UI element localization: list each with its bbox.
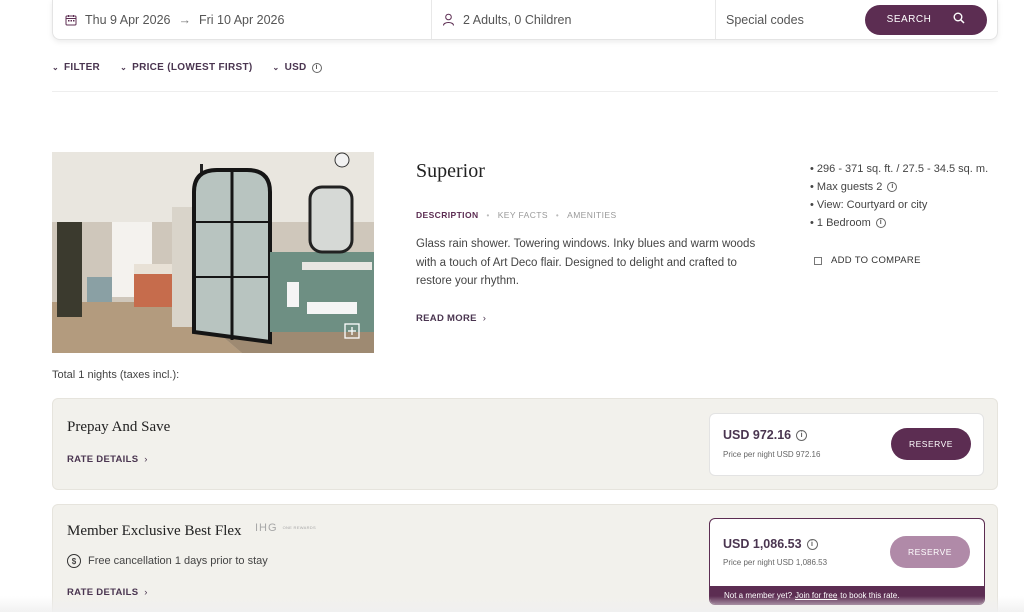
fact-item: • 296 - 371 sq. ft. / 27.5 - 34.5 sq. m. — [810, 160, 988, 178]
currency-label: USD — [284, 62, 307, 73]
fact-size: 296 - 371 sq. ft. / 27.5 - 34.5 sq. m. — [816, 163, 989, 175]
filter-row: ⌄ FILTER ⌄ PRICE (LOWEST FIRST) ⌄ USD i — [52, 60, 998, 92]
ihg-rewards-logo: IHG ONE REWARDS — [255, 522, 316, 534]
search-button-label: SEARCH — [886, 14, 932, 25]
compare-checkbox[interactable] — [814, 256, 822, 265]
fact-item: • Max guests 2i — [810, 178, 988, 196]
read-more-link[interactable]: READ MORE › — [416, 313, 486, 324]
price-box-member: USD 1,086.53 i Price per night USD 1,086… — [709, 518, 985, 605]
fact-item: • 1 Bedroom i — [810, 214, 988, 232]
search-button[interactable]: SEARCH — [865, 4, 987, 35]
person-icon — [442, 13, 455, 26]
sort-label: PRICE (LOWEST FIRST) — [132, 62, 253, 73]
sort-dropdown[interactable]: ⌄ PRICE (LOWEST FIRST) — [120, 62, 252, 73]
ihg-logo-sub: ONE REWARDS — [282, 525, 316, 530]
search-bar: Thu 9 Apr 2026 → Fri 10 Apr 2026 2 Adult… — [52, 0, 998, 40]
room-photo[interactable] — [52, 152, 374, 353]
info-icon[interactable]: i — [875, 218, 886, 228]
free-cancellation-text: Free cancellation 1 days prior to stay — [88, 555, 268, 567]
fact-bedroom: 1 Bedroom — [816, 217, 871, 229]
compare-label: ADD TO COMPARE — [831, 255, 921, 266]
fact-view: View: Courtyard or city — [816, 199, 928, 211]
arrow-right-icon: → — [178, 12, 191, 27]
chevron-down-icon: ⌄ — [272, 63, 280, 72]
tab-separator: • — [555, 210, 560, 220]
price-per-night: Price per night USD 1,086.53 — [723, 558, 828, 567]
rate-name: Prepay And Save — [67, 419, 171, 435]
currency-dropdown[interactable]: ⌄ USD i — [273, 62, 322, 73]
tab-amenities[interactable]: AMENITIES — [567, 210, 616, 220]
date-range-picker[interactable]: Thu 9 Apr 2026 → Fri 10 Apr 2026 — [53, 0, 432, 39]
reserve-label: RESERVE — [909, 439, 953, 449]
scroll-fade — [0, 596, 1024, 612]
calendar-icon — [65, 14, 77, 26]
add-to-compare[interactable]: ADD TO COMPARE — [814, 255, 921, 266]
price-value: USD 1,086.53 — [723, 537, 802, 551]
filter-dropdown[interactable]: ⌄ FILTER — [52, 62, 100, 73]
room-title: Superior — [416, 160, 485, 182]
chevron-down-icon: ⌄ — [120, 63, 128, 72]
price-amount: USD 1,086.53 i — [723, 537, 818, 551]
checkin-date[interactable]: Thu 9 Apr 2026 — [85, 13, 170, 27]
fact-item: • View: Courtyard or city — [810, 196, 988, 214]
room-facts: • 296 - 371 sq. ft. / 27.5 - 34.5 sq. m.… — [810, 160, 988, 232]
room-description: Glass rain shower. Towering windows. Ink… — [416, 238, 756, 287]
rate-card-prepay: Prepay And Save RATE DETAILS › USD 972.1… — [52, 398, 998, 490]
chevron-down-icon: ⌄ — [52, 63, 60, 72]
tab-description[interactable]: DESCRIPTION — [416, 210, 479, 220]
price-box: USD 972.16 i Price per night USD 972.16 … — [709, 413, 984, 476]
free-cancellation: $ Free cancellation 1 days prior to stay — [67, 554, 268, 568]
search-icon — [953, 12, 965, 27]
info-icon[interactable]: i — [806, 538, 818, 550]
ihg-logo-text: IHG — [255, 522, 278, 534]
filter-label: FILTER — [64, 62, 101, 73]
guests-label: 2 Adults, 0 Children — [463, 12, 572, 27]
chevron-right-icon: › — [144, 454, 148, 465]
tab-separator: • — [486, 210, 490, 220]
fact-max-guests: Max guests 2 — [816, 181, 883, 193]
info-icon[interactable]: i — [887, 182, 898, 192]
checkout-date[interactable]: Fri 10 Apr 2026 — [199, 13, 284, 27]
reserve-button[interactable]: RESERVE — [891, 428, 971, 460]
total-nights-label: Total 1 nights (taxes incl.): — [52, 369, 180, 381]
dollar-icon: $ — [67, 554, 81, 568]
price-amount: USD 972.16 i — [723, 428, 808, 442]
special-codes-placeholder[interactable]: Special codes — [726, 13, 804, 27]
info-icon[interactable]: i — [796, 429, 808, 441]
room-tabs: DESCRIPTION • KEY FACTS • AMENITIES — [416, 210, 617, 220]
guests-selector[interactable]: 2 Adults, 0 Children — [432, 0, 716, 39]
read-more-label: READ MORE — [416, 313, 477, 324]
reserve-button-disabled[interactable]: RESERVE — [890, 536, 970, 568]
chevron-right-icon: › — [482, 313, 487, 324]
rate-name: Member Exclusive Best Flex — [67, 523, 242, 539]
info-icon[interactable]: i — [311, 62, 322, 73]
rate-details-label: RATE DETAILS — [67, 454, 139, 465]
rate-details-link[interactable]: RATE DETAILS › — [67, 454, 148, 465]
price-per-night: Price per night USD 972.16 — [723, 450, 821, 459]
reserve-label: RESERVE — [908, 547, 952, 557]
special-codes-field[interactable]: Special codes SEARCH — [716, 0, 997, 39]
tab-key-facts[interactable]: KEY FACTS — [498, 210, 548, 220]
price-value: USD 972.16 — [723, 428, 792, 442]
